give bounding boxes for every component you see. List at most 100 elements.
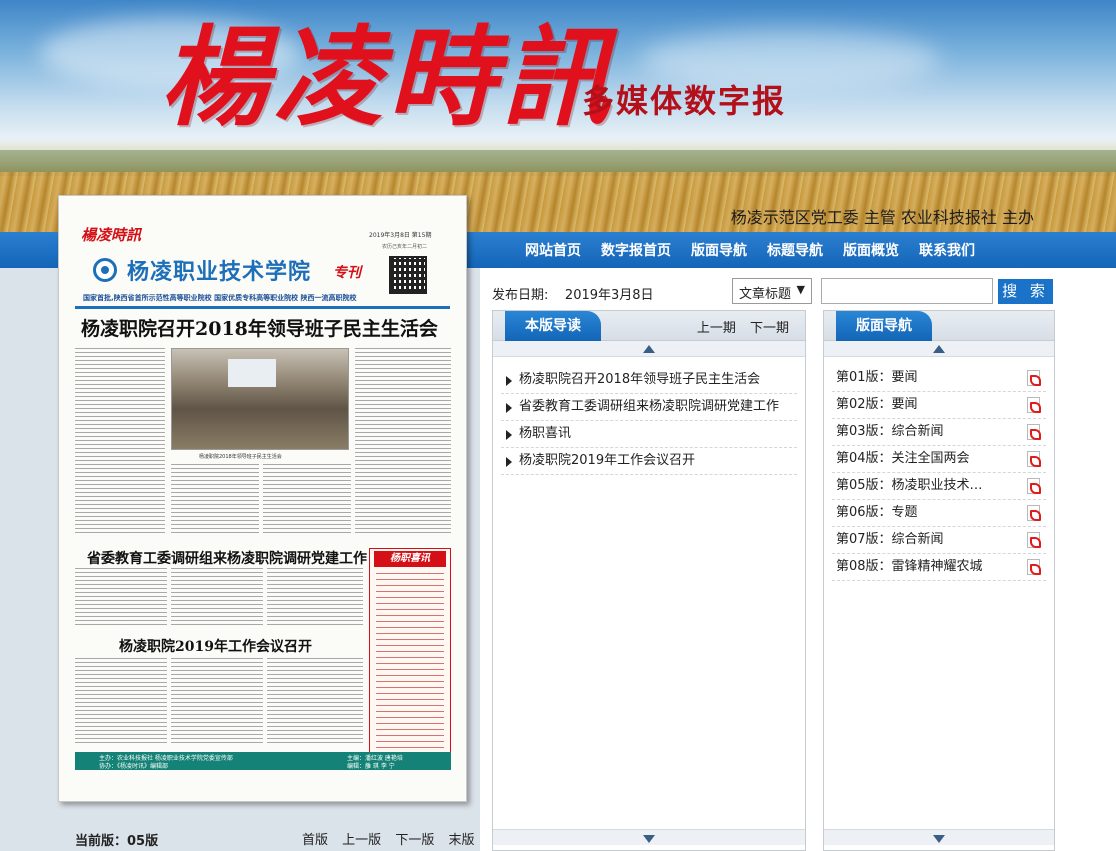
site-logo: 楊凌時訊 bbox=[160, 15, 617, 141]
pdf-icon[interactable] bbox=[1027, 424, 1041, 440]
article-item[interactable]: 杨凌职院召开2018年领导班子民主生活会 bbox=[501, 367, 797, 394]
edition-item[interactable]: 第07版：综合新闻 bbox=[832, 527, 1046, 554]
paper-text-column bbox=[75, 348, 165, 534]
edition-list: 第01版：要闻 第02版：要闻 第03版：综合新闻 第04版：关注全国两会 第0… bbox=[832, 365, 1046, 581]
scroll-up-icon[interactable] bbox=[933, 345, 945, 353]
triangle-right-icon bbox=[506, 430, 512, 440]
nav-epaper-home[interactable]: 数字报首页 bbox=[601, 240, 671, 260]
pager-links: 首版 上一版 下一版 末版 bbox=[302, 829, 484, 848]
paper-text-column bbox=[75, 658, 167, 746]
edition-item[interactable]: 第06版：专题 bbox=[832, 500, 1046, 527]
page-pager: 当前版：05版 首版 上一版 下一版 末版 bbox=[55, 822, 475, 851]
publish-date-label: 发布日期: bbox=[492, 288, 549, 303]
edition-label: 第08版：雷锋精神耀农城 bbox=[836, 559, 983, 574]
site-subtitle: 多媒体数字报 bbox=[582, 82, 787, 120]
next-issue-link[interactable]: 下一期 bbox=[750, 321, 789, 336]
search-type-value: 文章标题 bbox=[739, 287, 792, 302]
paper-special-label: 专刊 bbox=[333, 265, 361, 281]
layout-nav-panel: 版面导航 第01版：要闻 第02版：要闻 第03版：综合新闻 第04版：关注全国… bbox=[823, 310, 1055, 851]
prev-issue-link[interactable]: 上一期 bbox=[697, 321, 736, 336]
article-item[interactable]: 杨职喜讯 bbox=[501, 421, 797, 448]
paper-divider bbox=[75, 306, 450, 309]
paper-honors: 国家首批,陕西省首所示范性高等职业院校 国家优质专科高等职业院校 陕西一流高职院… bbox=[83, 294, 357, 302]
nav-contact[interactable]: 联系我们 bbox=[919, 240, 975, 260]
edition-item[interactable]: 第04版：关注全国两会 bbox=[832, 446, 1046, 473]
pdf-icon[interactable] bbox=[1027, 505, 1041, 521]
pdf-icon[interactable] bbox=[1027, 451, 1041, 467]
paper-footer: 主办：农业科技报社 杨凌职业技术学院党委宣传部 协办：《杨凌时讯》编辑部 主编：… bbox=[75, 752, 451, 770]
pdf-icon[interactable] bbox=[1027, 370, 1041, 386]
paper-text-column bbox=[171, 464, 259, 534]
issue-nav: 上一期 下一期 bbox=[687, 317, 789, 336]
edition-item[interactable]: 第01版：要闻 bbox=[832, 365, 1046, 392]
edition-item[interactable]: 第02版：要闻 bbox=[832, 392, 1046, 419]
paper-college-name: 杨凌职业技术学院 bbox=[127, 260, 312, 285]
article-item[interactable]: 杨凌职院2019年工作会议召开 bbox=[501, 448, 797, 475]
edition-label: 第01版：要闻 bbox=[836, 370, 918, 385]
pdf-icon[interactable] bbox=[1027, 559, 1041, 575]
edition-label: 第04版：关注全国两会 bbox=[836, 451, 970, 466]
paper-headline-3[interactable]: 杨凌职院2019年工作会议召开 bbox=[119, 636, 312, 656]
edition-item[interactable]: 第03版：综合新闻 bbox=[832, 419, 1046, 446]
edition-item[interactable]: 第05版：杨凌职业技术… bbox=[832, 473, 1046, 500]
triangle-right-icon bbox=[506, 376, 512, 386]
nav-layout-overview[interactable]: 版面概览 bbox=[843, 240, 899, 260]
chevron-down-icon: ▼ bbox=[796, 283, 805, 296]
pdf-icon[interactable] bbox=[1027, 478, 1041, 494]
triangle-right-icon bbox=[506, 403, 512, 413]
article-list: 杨凌职院召开2018年领导班子民主生活会 省委教育工委调研组来杨凌职院调研党建工… bbox=[501, 367, 797, 475]
pager-prev[interactable]: 上一版 bbox=[342, 833, 381, 848]
current-edition: 当前版：05版 bbox=[75, 834, 159, 849]
paper-date: 2019年3月8日 第15期 bbox=[369, 232, 432, 239]
scroll-down-icon[interactable] bbox=[933, 835, 945, 843]
edition-label: 第06版：专题 bbox=[836, 505, 918, 520]
paper-news-box-title: 杨职喜讯 bbox=[374, 551, 446, 567]
paper-footer-editors: 编辑：雒 琪 李 宁 bbox=[347, 763, 395, 770]
pager-next[interactable]: 下一版 bbox=[395, 833, 434, 848]
scroll-up-icon[interactable] bbox=[643, 345, 655, 353]
edition-label: 第05版：杨凌职业技术… bbox=[836, 478, 983, 493]
publish-date-value: 2019年3月8日 bbox=[564, 288, 654, 303]
paper-headline-1[interactable]: 杨凌职院召开2018年领导班子民主生活会 bbox=[81, 314, 438, 341]
nav-home[interactable]: 网站首页 bbox=[525, 240, 581, 260]
layout-nav-header: 版面导航 bbox=[824, 311, 1054, 341]
nav-layout-nav[interactable]: 版面导航 bbox=[691, 240, 747, 260]
article-item[interactable]: 省委教育工委调研组来杨凌职院调研党建工作 bbox=[501, 394, 797, 421]
article-title: 杨职喜讯 bbox=[519, 426, 572, 441]
paper-text-column bbox=[75, 568, 167, 628]
paper-text-column bbox=[267, 568, 363, 628]
article-title: 杨凌职院2019年工作会议召开 bbox=[519, 453, 696, 468]
paper-headline-2[interactable]: 省委教育工委调研组来杨凌职院调研党建工作 bbox=[87, 548, 367, 568]
article-title: 省委教育工委调研组来杨凌职院调研党建工作 bbox=[519, 399, 780, 414]
pdf-icon[interactable] bbox=[1027, 397, 1041, 413]
edition-label: 第03版：综合新闻 bbox=[836, 424, 944, 439]
page-guide-panel: 本版导读 上一期 下一期 杨凌职院召开2018年领导班子民主生活会 省委教育工委… bbox=[492, 310, 806, 851]
newspaper-page-image[interactable]: 楊凌時訊 2019年3月8日 第15期 农历己亥年二月初二 杨凌职业技术学院 专… bbox=[58, 195, 467, 802]
paper-masthead: 楊凌時訊 bbox=[81, 226, 142, 244]
publish-date: 发布日期: 2019年3月8日 bbox=[492, 284, 654, 303]
paper-footer-co-sponsor: 协办：《杨凌时讯》编辑部 bbox=[99, 763, 169, 770]
edition-item[interactable]: 第08版：雷锋精神耀农城 bbox=[832, 554, 1046, 581]
scroll-down-icon[interactable] bbox=[643, 835, 655, 843]
search-button[interactable]: 搜 索 bbox=[998, 279, 1053, 304]
nav-title-nav[interactable]: 标题导航 bbox=[767, 240, 823, 260]
paper-photo-caption: 杨凌职院2018年领导班子民主生活会 bbox=[199, 454, 282, 460]
paper-text-column bbox=[171, 568, 263, 628]
college-emblem-icon bbox=[93, 258, 117, 282]
paper-text-column bbox=[171, 658, 263, 746]
edition-label: 第02版：要闻 bbox=[836, 397, 918, 412]
article-title: 杨凌职院召开2018年领导班子民主生活会 bbox=[519, 372, 761, 387]
paper-photo bbox=[171, 348, 349, 450]
search-type-select[interactable]: 文章标题 ▼ bbox=[732, 278, 812, 304]
site-hosts: 杨凌示范区党工委 主管 农业科技报社 主办 bbox=[730, 208, 1034, 227]
qr-code-icon bbox=[389, 256, 427, 294]
page-guide-header: 本版导读 上一期 下一期 bbox=[493, 311, 805, 341]
search-row: 发布日期: 2019年3月8日 文章标题 ▼ 搜 索 bbox=[492, 278, 1062, 306]
pager-last[interactable]: 末版 bbox=[448, 833, 474, 848]
search-input[interactable] bbox=[821, 278, 993, 304]
edition-label: 第07版：综合新闻 bbox=[836, 532, 944, 547]
paper-news-box[interactable]: 杨职喜讯 bbox=[369, 548, 451, 770]
pdf-icon[interactable] bbox=[1027, 532, 1041, 548]
pager-first[interactable]: 首版 bbox=[302, 833, 328, 848]
paper-text-column bbox=[355, 348, 451, 534]
